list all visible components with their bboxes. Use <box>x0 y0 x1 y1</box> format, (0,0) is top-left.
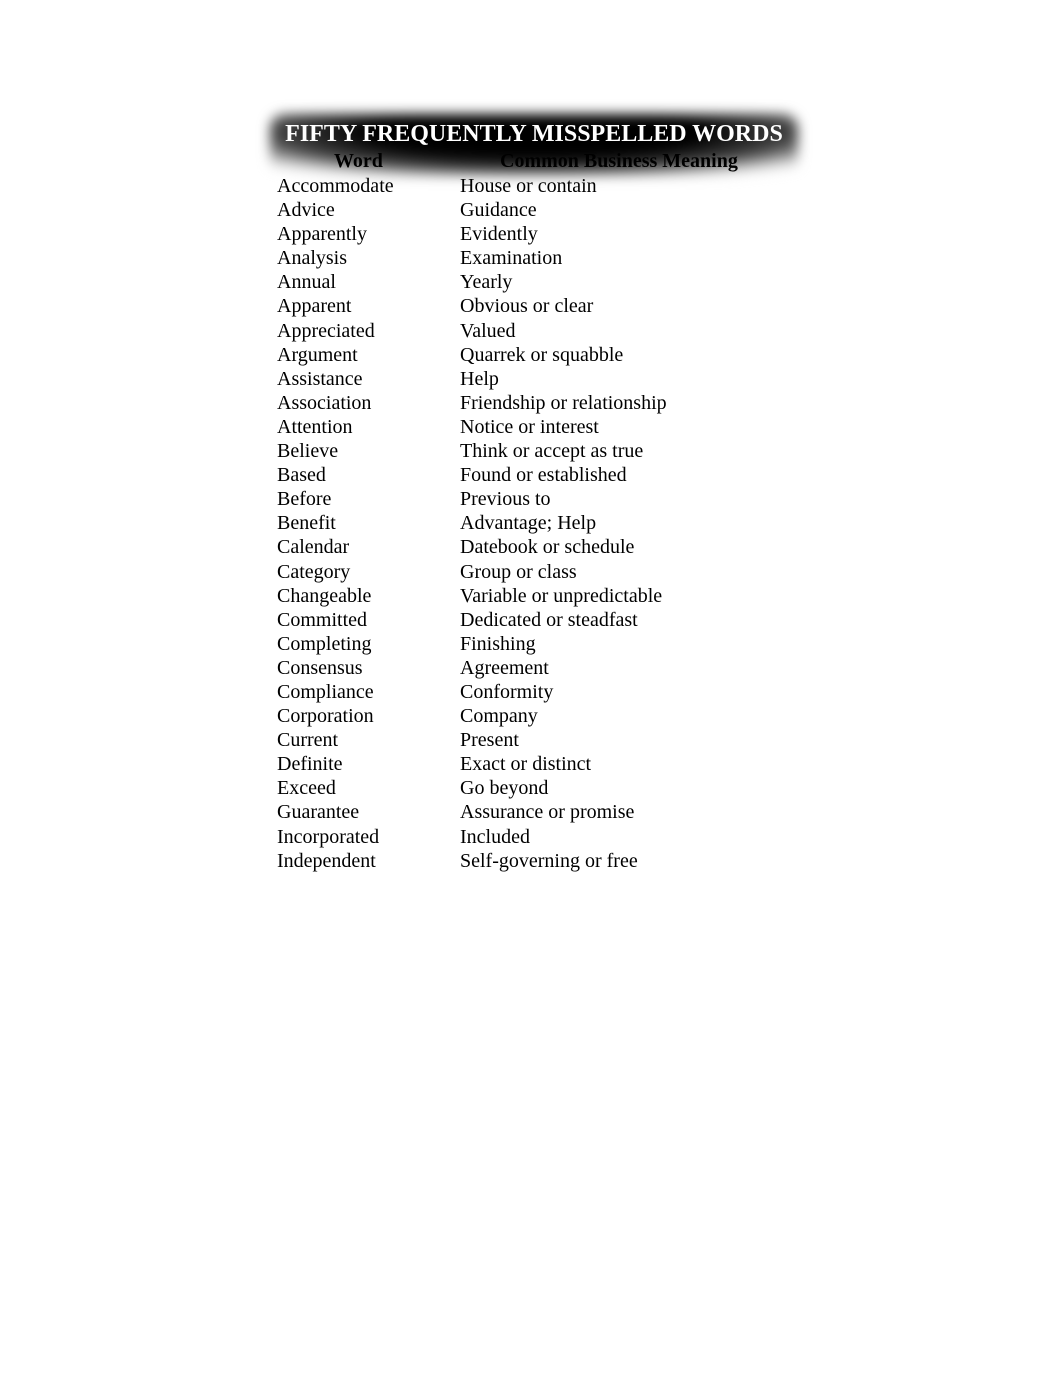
word-cell: Calendar <box>277 536 350 559</box>
word-row: Committed Dedicated or steadfast <box>277 607 797 631</box>
meaning-cell: Notice or interest <box>460 415 599 438</box>
word-cell: Based <box>277 464 326 487</box>
word-row: Assistance Help <box>277 366 797 390</box>
meaning-cell: Datebook or schedule <box>460 536 635 559</box>
word-row: Advice Guidance <box>277 197 797 221</box>
word-cell: Completing <box>277 632 372 655</box>
word-row: Benefit Advantage; Help <box>277 510 797 534</box>
meaning-cell: Present <box>460 729 519 752</box>
meaning-cell: Guidance <box>460 199 537 222</box>
meaning-cell: Variable or unpredictable <box>460 584 663 607</box>
meaning-cell: Go beyond <box>460 777 549 800</box>
word-cell: Independent <box>277 849 376 872</box>
word-row: Exceed Go beyond <box>277 775 797 799</box>
meaning-cell: Company <box>460 705 538 728</box>
meaning-cell: Found or established <box>460 464 627 487</box>
word-row: Incorporated Included <box>277 824 797 848</box>
word-cell: Exceed <box>277 777 336 800</box>
word-row: Apparent Obvious or clear <box>277 293 797 317</box>
meaning-cell: House or contain <box>460 175 597 197</box>
word-cell: Category <box>277 560 351 583</box>
meaning-cell: Assurance or promise <box>460 801 635 824</box>
word-row: Guarantee Assurance or promise <box>277 799 797 823</box>
word-row: Before Previous to <box>277 486 797 510</box>
meaning-cell: Obvious or clear <box>460 295 594 318</box>
word-cell: Annual <box>277 271 336 294</box>
word-row: Believe Think or accept as true <box>277 438 797 462</box>
word-row: Calendar Datebook or schedule <box>277 534 797 558</box>
meaning-cell: Included <box>460 825 530 848</box>
document-page: FIFTY FREQUENTLY MISSPELLED WORDS Word C… <box>0 0 1062 1377</box>
word-row: Definite Exact or distinct <box>277 751 797 775</box>
word-cell: Committed <box>277 608 367 631</box>
word-row: Independent Self-governing or free <box>277 848 797 872</box>
word-cell: Believe <box>277 440 339 463</box>
word-cell: Current <box>277 729 339 752</box>
meaning-cell: Help <box>460 367 499 390</box>
word-row: Apparently Evidently <box>277 221 797 245</box>
word-cell: Compliance <box>277 680 374 703</box>
meaning-cell: Friendship or relationship <box>460 391 667 414</box>
word-cell: Advice <box>277 199 335 222</box>
word-list: Accommodate House or contain Advice Guidanc… <box>277 173 797 872</box>
word-cell: Definite <box>277 753 343 776</box>
word-cell: Incorporated <box>277 825 380 848</box>
word-row: Based Found or established <box>277 462 797 486</box>
word-cell: Attention <box>277 415 353 438</box>
word-row: Compliance Conformity <box>277 679 797 703</box>
meaning-cell: Previous to <box>460 488 551 511</box>
word-row: Appreciated Valued <box>277 318 797 342</box>
word-cell: Guarantee <box>277 801 360 824</box>
meaning-cell: Yearly <box>460 271 513 294</box>
word-cell: Argument <box>277 343 358 366</box>
meaning-cell: Conformity <box>460 680 554 703</box>
word-row: Consensus Agreement <box>277 655 797 679</box>
word-row: Attention Notice or interest <box>277 414 797 438</box>
meaning-cell: Think or accept as true <box>460 440 644 463</box>
word-row: Changeable Variable or unpredictable <box>277 583 797 607</box>
word-row: Accommodate House or contain <box>277 173 797 197</box>
word-row: Corporation Company <box>277 703 797 727</box>
meaning-cell: Evidently <box>460 223 538 246</box>
meaning-cell: Finishing <box>460 632 536 655</box>
word-cell: Consensus <box>277 656 363 679</box>
word-row: Analysis Examination <box>277 245 797 269</box>
word-cell: Assistance <box>277 367 363 390</box>
word-cell: Corporation <box>277 705 374 728</box>
word-cell: Appreciated <box>277 319 375 342</box>
meaning-cell: Examination <box>460 247 563 270</box>
meaning-cell: Agreement <box>460 656 549 679</box>
meaning-cell: Valued <box>460 319 516 342</box>
word-cell: Benefit <box>277 512 336 535</box>
word-row: Association Friendship or relationship <box>277 390 797 414</box>
meaning-cell: Self-governing or free <box>460 849 638 872</box>
word-row: Category Group or class <box>277 559 797 583</box>
word-cell: Apparent <box>277 295 352 318</box>
meaning-cell: Dedicated or steadfast <box>460 608 638 631</box>
meaning-cell: Exact or distinct <box>460 753 592 776</box>
word-row: Current Present <box>277 727 797 751</box>
word-cell: Changeable <box>277 584 372 607</box>
meaning-cell: Quarrek or squabble <box>460 343 624 366</box>
word-row: Argument Quarrek or squabble <box>277 342 797 366</box>
word-cell: Apparently <box>277 223 367 246</box>
word-cell: Accommodate <box>277 175 394 197</box>
meaning-cell: Group or class <box>460 560 577 583</box>
word-cell: Analysis <box>277 247 347 270</box>
word-cell: Before <box>277 488 332 511</box>
word-row: Annual Yearly <box>277 269 797 293</box>
column-header-meaning: Common Business Meaning <box>500 150 738 172</box>
column-header-word: Word <box>334 150 383 172</box>
page-title: FIFTY FREQUENTLY MISSPELLED WORDS <box>285 121 783 147</box>
word-row: Completing Finishing <box>277 631 797 655</box>
meaning-cell: Advantage; Help <box>460 512 597 535</box>
word-cell: Association <box>277 391 372 414</box>
